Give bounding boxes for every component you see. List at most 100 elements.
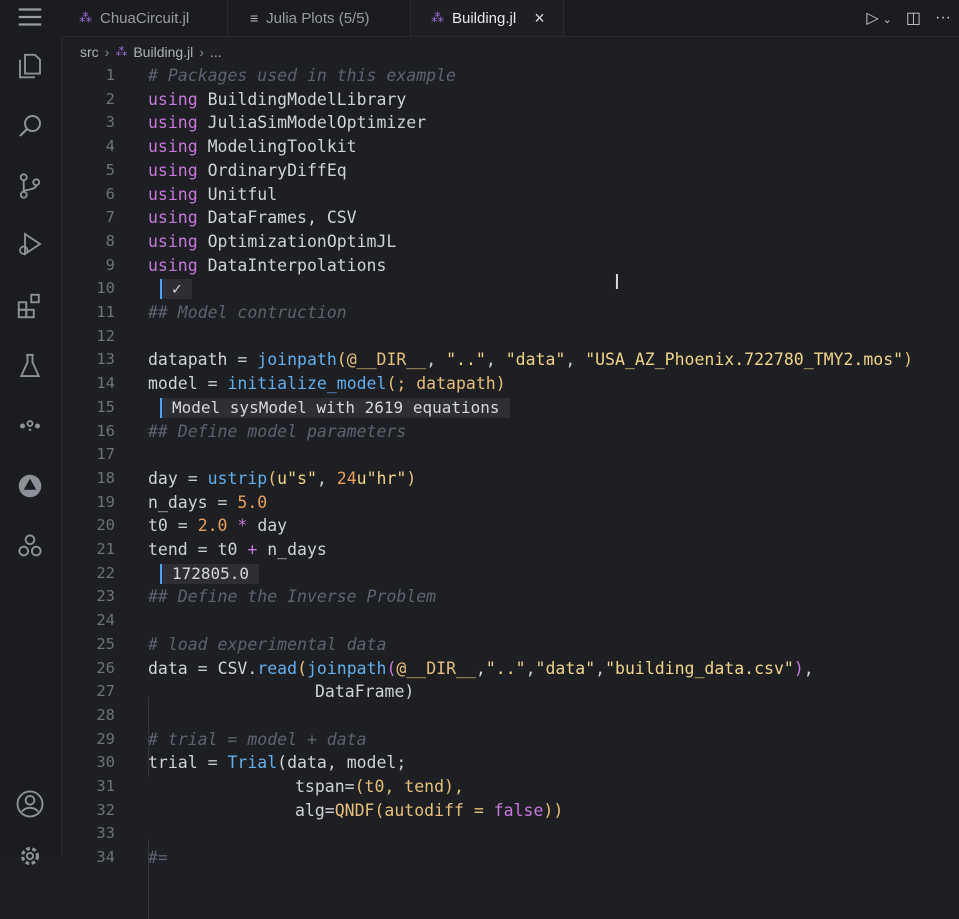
code-text: = [177, 468, 208, 488]
line-number: 16 [96, 421, 115, 440]
keyword: using [148, 208, 198, 228]
menu-icon[interactable] [14, 6, 46, 28]
code-text: DataFrame) [315, 682, 415, 702]
remote-icon[interactable] [14, 470, 46, 502]
testing-icon[interactable] [14, 350, 46, 382]
more-actions-icon[interactable]: ··· [935, 9, 951, 27]
code-text: CSV. [217, 658, 258, 678]
code-line: 27 DataFrame) [61, 680, 959, 704]
settings-icon[interactable] [14, 840, 46, 872]
code-text: t0 [148, 516, 168, 536]
account-icon[interactable] [14, 788, 46, 820]
search-icon[interactable] [14, 110, 46, 142]
line-number: 11 [96, 303, 115, 321]
inline-result: Model sysModel with 2619 equations [160, 397, 510, 418]
code-text: + [237, 540, 268, 559]
extensions-icon[interactable] [14, 290, 46, 322]
code-text: )) [543, 800, 564, 820]
code-line: 22 172805.0 [61, 562, 959, 586]
code-text: (autodiff = [374, 800, 494, 820]
code-line: 9 using DataInterpolations [61, 254, 959, 278]
code-text: = [187, 540, 218, 559]
code-text: DataInterpolations [207, 255, 387, 275]
line-number: 32 [96, 800, 115, 819]
code-text: data [148, 658, 188, 678]
julia-dots-icon: ⁂ [79, 10, 92, 25]
breadcrumb-more[interactable]: ... [210, 44, 222, 60]
code-text: ## Define the Inverse Problem [148, 587, 437, 607]
line-number: 29 [96, 729, 115, 748]
code-text: (; datapath) [386, 374, 506, 394]
code-text: day [148, 468, 178, 488]
breadcrumb-file[interactable]: Building.jl [133, 44, 193, 60]
line-number: 6 [105, 184, 115, 203]
code-text: DataFrames, CSV [207, 208, 357, 228]
source-control-icon[interactable] [14, 170, 46, 202]
code-text: #= [148, 848, 168, 868]
line-number: 17 [96, 445, 115, 464]
code-text: OptimizationOptimJL [207, 231, 397, 251]
line-number: 19 [96, 492, 115, 511]
code-text: , [426, 350, 447, 370]
code-text: QNDF [334, 800, 375, 820]
explorer-icon[interactable] [14, 50, 46, 82]
code-line: 28 [61, 704, 959, 728]
code-line: 34 #= [61, 846, 959, 870]
tab-label: Julia Plots (5/5) [266, 9, 370, 27]
inline-result: 172805.0 [160, 563, 260, 584]
code-text: = [187, 658, 218, 678]
code-text: 2.0 [197, 516, 228, 536]
line-number: 9 [105, 255, 115, 274]
tab-chuacircuit[interactable]: ⁂ ChuaCircuit.jl [61, 0, 228, 36]
close-icon[interactable]: × [534, 8, 545, 29]
chevron-right-icon: › [199, 44, 204, 60]
keyword: using [148, 113, 198, 133]
code-text: = [227, 350, 258, 370]
line-number: 1 [105, 66, 115, 84]
code-text: initialize_model [227, 374, 387, 394]
code-text: 5.0 [237, 492, 268, 512]
tab-bar: ⁂ ChuaCircuit.jl ≡ Julia Plots (5/5) ⁂ B… [61, 0, 959, 37]
split-editor-icon[interactable]: ◫ [906, 8, 921, 28]
code-line: 26 data = CSV.read(joinpath(@__DIR__,".."… [61, 657, 959, 681]
tab-label: ChuaCircuit.jl [100, 9, 190, 27]
code-text: joinpath [257, 350, 337, 370]
code-line: 1 # Packages used in this example [61, 64, 959, 88]
code-text: false [493, 800, 544, 820]
breadcrumb-folder[interactable]: src [80, 44, 99, 60]
code-text: # trial = model + data [148, 729, 367, 749]
line-number: 23 [96, 587, 115, 606]
line-number: 8 [105, 231, 115, 250]
breadcrumb: src › ⁂ Building.jl › ... [80, 41, 222, 63]
code-text: ## Model contruction [148, 303, 347, 322]
keyword: using [148, 160, 198, 180]
line-number: 22 [96, 563, 115, 582]
julia-icon[interactable] [14, 410, 46, 442]
code-text: BuildingModelLibrary [207, 89, 407, 109]
keyword: using [148, 137, 198, 157]
code-line: 18 day = ustrip(u"s", 24u"hr") [61, 467, 959, 491]
code-editor[interactable]: 1 # Packages used in this example 2 using … [61, 64, 959, 919]
text-cursor-icon: I [614, 270, 620, 294]
code-text: ( [336, 350, 347, 370]
code-text: t0 [217, 540, 238, 559]
code-line: 31 tspan=(t0, tend), [61, 775, 959, 799]
tab-building[interactable]: ⁂ Building.jl × [411, 0, 564, 36]
chevron-down-icon[interactable]: ⌄ [883, 14, 892, 26]
julia-dependencies-icon[interactable] [14, 530, 46, 562]
run-icon[interactable]: ▷ ⌄ [866, 8, 892, 28]
run-debug-icon[interactable] [14, 228, 46, 260]
code-text: JuliaSimModelOptimizer [207, 113, 427, 133]
julia-dots-icon: ⁂ [115, 45, 128, 59]
code-line: 19 n_days = 5.0 [61, 491, 959, 515]
line-number: 27 [96, 682, 115, 701]
line-number: 31 [96, 777, 115, 795]
code-text: # Packages used in this example [148, 66, 456, 85]
code-text: = [207, 492, 238, 512]
code-text: ## Define model parameters [148, 421, 407, 441]
line-number: 34 [96, 848, 115, 867]
code-text: @__DIR__ [346, 350, 427, 370]
tab-julia-plots[interactable]: ≡ Julia Plots (5/5) [228, 0, 411, 36]
code-text: OrdinaryDiffEq [207, 160, 347, 180]
keyword: using [148, 231, 198, 251]
